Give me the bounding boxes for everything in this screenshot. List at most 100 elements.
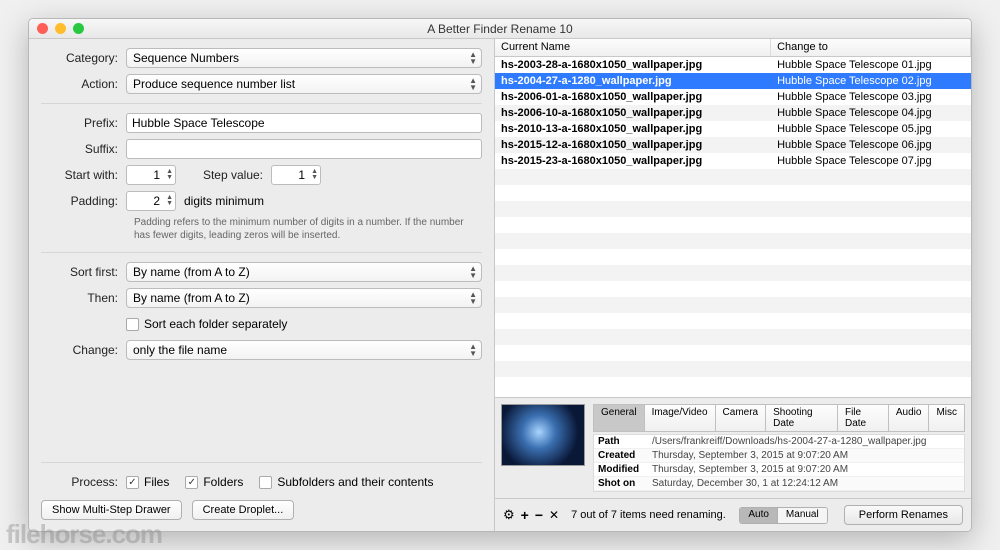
status-text: 7 out of 7 items need renaming. — [571, 509, 726, 521]
table-row[interactable] — [495, 249, 971, 265]
titlebar: A Better Finder Rename 10 — [29, 19, 971, 39]
change-label: Change: — [41, 343, 126, 357]
stepper-icon: ▲▼ — [311, 169, 318, 181]
padding-stepper[interactable]: 2 ▲▼ — [126, 191, 176, 211]
prefix-label: Prefix: — [41, 116, 126, 130]
minimize-icon[interactable] — [55, 23, 66, 34]
folders-label: Folders — [203, 475, 243, 489]
category-select[interactable]: Sequence Numbers ▲▼ — [126, 48, 482, 68]
remove-button[interactable]: − — [535, 507, 543, 523]
action-value: Produce sequence number list — [133, 77, 295, 91]
stepper-icon: ▲▼ — [166, 169, 173, 181]
updown-icon: ▲▼ — [469, 265, 477, 279]
sortfolders-checkbox[interactable] — [126, 318, 139, 331]
change-to: Hubble Space Telescope 01.jpg — [771, 59, 971, 71]
change-to: Hubble Space Telescope 03.jpg — [771, 91, 971, 103]
table-row[interactable] — [495, 313, 971, 329]
updown-icon: ▲▼ — [469, 291, 477, 305]
shoton-value: Saturday, December 30, 1 at 12:24:12 AM — [652, 478, 964, 489]
suffix-input[interactable] — [126, 139, 482, 159]
gear-icon[interactable]: ⚙︎ — [503, 507, 515, 523]
left-panel: Category: Sequence Numbers ▲▼ Action: Pr… — [29, 39, 494, 531]
divider — [41, 252, 482, 253]
table-row[interactable] — [495, 217, 971, 233]
create-droplet-button[interactable]: Create Droplet... — [192, 500, 295, 520]
table-row[interactable] — [495, 169, 971, 185]
table-row[interactable] — [495, 297, 971, 313]
current-name: hs-2006-10-a-1680x1050_wallpaper.jpg — [495, 107, 771, 119]
col-changeto[interactable]: Change to — [771, 39, 971, 56]
stepper-icon: ▲▼ — [166, 195, 173, 207]
category-label: Category: — [41, 51, 126, 65]
table-body[interactable]: hs-2003-28-a-1680x1050_wallpaper.jpgHubb… — [495, 57, 971, 397]
path-value: /Users/frankreiff/Downloads/hs-2004-27-a… — [652, 436, 964, 447]
content: Category: Sequence Numbers ▲▼ Action: Pr… — [29, 39, 971, 531]
col-current[interactable]: Current Name — [495, 39, 771, 56]
table-row[interactable] — [495, 361, 971, 377]
table-row[interactable]: hs-2015-12-a-1680x1050_wallpaper.jpgHubb… — [495, 137, 971, 153]
window-title: A Better Finder Rename 10 — [29, 22, 971, 36]
table-row[interactable] — [495, 281, 971, 297]
table-row[interactable] — [495, 233, 971, 249]
current-name: hs-2004-27-a-1280_wallpaper.jpg — [495, 75, 771, 87]
sortfirst-select[interactable]: By name (from A to Z) ▲▼ — [126, 262, 482, 282]
change-to: Hubble Space Telescope 07.jpg — [771, 155, 971, 167]
startwith-stepper[interactable]: 1 ▲▼ — [126, 165, 176, 185]
tab-shootingdate[interactable]: Shooting Date — [765, 404, 837, 432]
files-checkbox[interactable] — [126, 476, 139, 489]
table-row[interactable]: hs-2003-28-a-1680x1050_wallpaper.jpgHubb… — [495, 57, 971, 73]
current-name: hs-2015-12-a-1680x1050_wallpaper.jpg — [495, 139, 771, 151]
table-row[interactable] — [495, 265, 971, 281]
padding-unit: digits minimum — [176, 194, 264, 208]
then-label: Then: — [41, 291, 126, 305]
preview-tabs: GeneralImage/VideoCameraShooting DateFil… — [593, 404, 965, 432]
zoom-icon[interactable] — [73, 23, 84, 34]
tab-general[interactable]: General — [593, 404, 644, 432]
table-row[interactable]: hs-2015-23-a-1680x1050_wallpaper.jpgHubb… — [495, 153, 971, 169]
change-to: Hubble Space Telescope 04.jpg — [771, 107, 971, 119]
files-label: Files — [144, 475, 169, 489]
close-icon[interactable] — [37, 23, 48, 34]
shoton-key: Shot on — [594, 478, 652, 489]
prefix-input[interactable] — [126, 113, 482, 133]
table-row[interactable] — [495, 201, 971, 217]
clear-button[interactable]: ✕ — [549, 508, 559, 522]
auto-option[interactable]: Auto — [740, 508, 778, 523]
table-row[interactable] — [495, 345, 971, 361]
show-drawer-button[interactable]: Show Multi-Step Drawer — [41, 500, 182, 520]
table-row[interactable]: hs-2006-10-a-1680x1050_wallpaper.jpgHubb… — [495, 105, 971, 121]
modified-value: Thursday, September 3, 2015 at 9:07:20 A… — [652, 464, 964, 475]
mode-segment[interactable]: Auto Manual — [739, 507, 827, 524]
table-row[interactable] — [495, 329, 971, 345]
table-row[interactable] — [495, 377, 971, 393]
current-name: hs-2015-23-a-1680x1050_wallpaper.jpg — [495, 155, 771, 167]
table-row[interactable]: hs-2010-13-a-1680x1050_wallpaper.jpgHubb… — [495, 121, 971, 137]
suffix-label: Suffix: — [41, 142, 126, 156]
category-value: Sequence Numbers — [133, 51, 239, 65]
add-button[interactable]: + — [521, 507, 529, 523]
preview-pane: GeneralImage/VideoCameraShooting DateFil… — [495, 397, 971, 498]
subfolders-label: Subfolders and their contents — [277, 475, 433, 489]
perform-renames-button[interactable]: Perform Renames — [844, 505, 963, 525]
action-select[interactable]: Produce sequence number list ▲▼ — [126, 74, 482, 94]
folders-checkbox[interactable] — [185, 476, 198, 489]
padding-hint: Padding refers to the minimum number of … — [134, 216, 482, 242]
manual-option[interactable]: Manual — [778, 508, 827, 523]
tab-camera[interactable]: Camera — [715, 404, 766, 432]
current-name: hs-2006-01-a-1680x1050_wallpaper.jpg — [495, 91, 771, 103]
subfolders-checkbox[interactable] — [259, 476, 272, 489]
sortfirst-label: Sort first: — [41, 265, 126, 279]
stepvalue-stepper[interactable]: 1 ▲▼ — [271, 165, 321, 185]
table-row[interactable] — [495, 185, 971, 201]
table-row[interactable]: hs-2004-27-a-1280_wallpaper.jpgHubble Sp… — [495, 73, 971, 89]
tab-misc[interactable]: Misc — [928, 404, 965, 432]
path-key: Path — [594, 436, 652, 447]
table-row[interactable]: hs-2006-01-a-1680x1050_wallpaper.jpgHubb… — [495, 89, 971, 105]
then-select[interactable]: By name (from A to Z) ▲▼ — [126, 288, 482, 308]
tab-filedate[interactable]: File Date — [837, 404, 888, 432]
created-value: Thursday, September 3, 2015 at 9:07:20 A… — [652, 450, 964, 461]
tab-imagevideo[interactable]: Image/Video — [644, 404, 715, 432]
change-select[interactable]: only the file name ▲▼ — [126, 340, 482, 360]
stepvalue-label: Step value: — [196, 168, 271, 182]
tab-audio[interactable]: Audio — [888, 404, 929, 432]
